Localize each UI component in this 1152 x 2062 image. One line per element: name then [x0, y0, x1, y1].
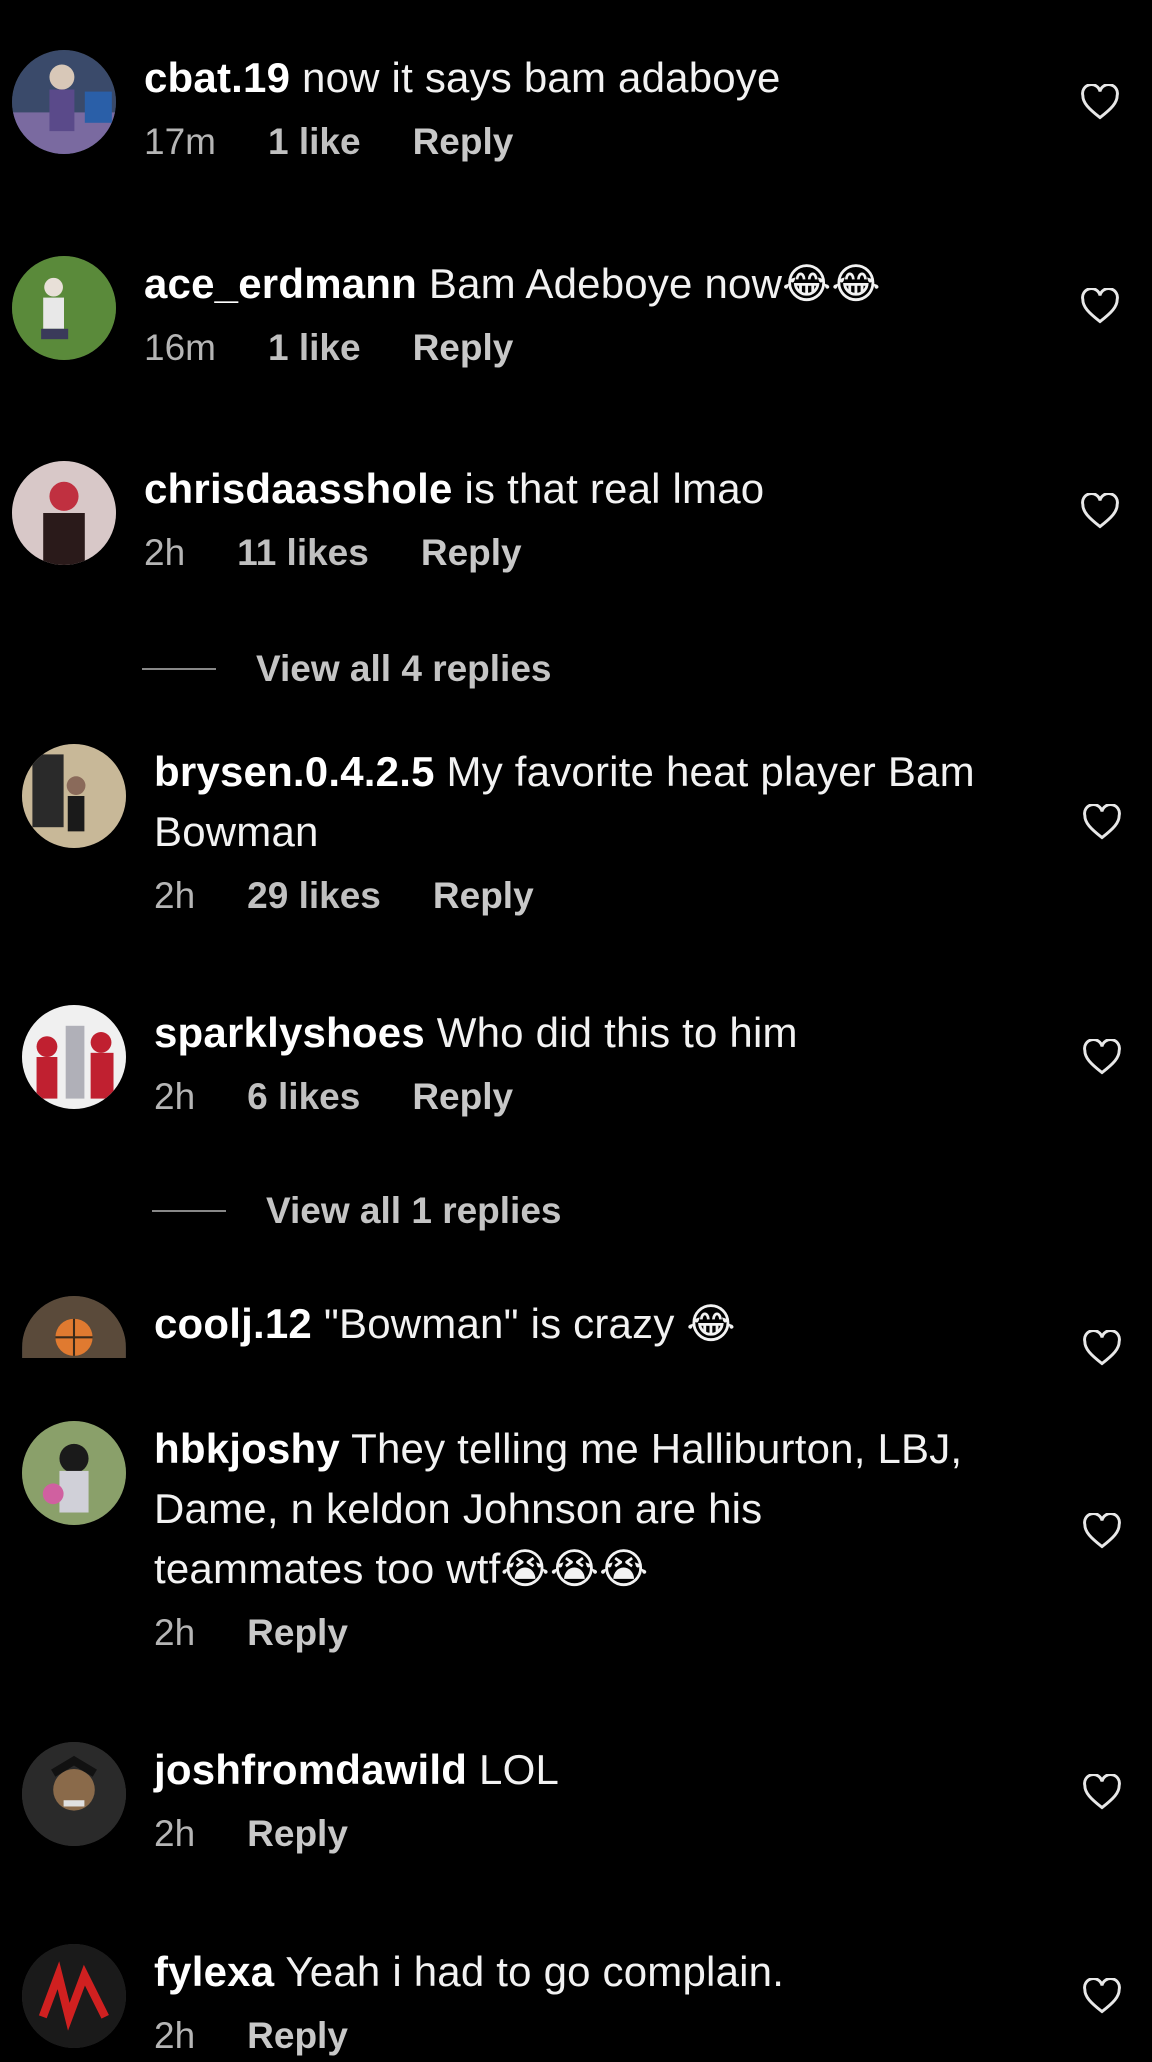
avatar[interactable] [12, 461, 116, 565]
divider [152, 1210, 226, 1212]
reply-button[interactable]: Reply [412, 1076, 513, 1117]
comment-text: Bam Adeboye now [428, 260, 783, 307]
comment-text: Bowman [154, 808, 319, 855]
comment-text: Yeah i had to go complain. [285, 1948, 785, 1995]
avatar[interactable] [22, 1421, 126, 1525]
reply-button[interactable]: Reply [413, 327, 514, 368]
comment-time: 2h [154, 1076, 196, 1117]
reply-button[interactable]: Reply [433, 875, 534, 916]
comment-text: Who did this to him [436, 1009, 798, 1056]
comment-username[interactable]: ace_erdmann [144, 260, 417, 307]
comment-time: 2h [154, 1612, 196, 1653]
avatar[interactable] [12, 256, 116, 360]
crying-emoji: 😭😭😭 [500, 1545, 649, 1592]
comment-text: They telling me Halliburton, LBJ, [351, 1425, 963, 1472]
reply-button[interactable]: Reply [413, 121, 514, 162]
view-replies-label[interactable]: View all 4 replies [256, 648, 552, 690]
avatar[interactable] [22, 1944, 126, 2048]
comment-likes[interactable]: 6 likes [247, 1076, 360, 1117]
comment-likes[interactable]: 1 like [268, 327, 361, 368]
heart-icon[interactable] [1082, 1774, 1122, 1810]
comment-text: teammates too wtf [154, 1545, 501, 1592]
heart-icon[interactable] [1080, 84, 1120, 120]
heart-icon[interactable] [1082, 804, 1122, 840]
comment-username[interactable]: fylexa [154, 1948, 274, 1995]
heart-icon[interactable] [1082, 1513, 1122, 1549]
view-replies-button[interactable]: View all 4 replies [142, 648, 552, 690]
comment-username[interactable]: hbkjoshy [154, 1425, 340, 1472]
comment-time: 2h [144, 532, 186, 573]
view-replies-button[interactable]: View all 1 replies [152, 1190, 562, 1232]
laughing-emoji: 😂😂 [782, 260, 881, 307]
reply-button[interactable]: Reply [247, 1813, 348, 1854]
heart-icon[interactable] [1082, 1330, 1122, 1366]
reply-button[interactable]: Reply [247, 2015, 348, 2056]
comment-username[interactable]: brysen.0.4.2.5 [154, 748, 435, 795]
reply-button[interactable]: Reply [421, 532, 522, 573]
avatar[interactable] [12, 50, 116, 154]
avatar[interactable] [22, 1296, 126, 1358]
comment-text: My favorite heat player Bam [446, 748, 975, 795]
divider [142, 668, 216, 670]
comment-likes[interactable]: 11 likes [237, 532, 369, 573]
comment-text: now it says bam adaboye [302, 54, 781, 101]
comment-text: LOL [479, 1746, 560, 1793]
avatar[interactable] [22, 744, 126, 848]
comment-likes[interactable]: 1 like [268, 121, 361, 162]
view-replies-label[interactable]: View all 1 replies [266, 1190, 562, 1232]
laughing-emoji: 😂 [686, 1300, 736, 1347]
comment-time: 2h [154, 2015, 196, 2056]
comment-time: 16m [144, 327, 216, 368]
comment-username[interactable]: coolj.12 [154, 1300, 312, 1347]
comment-time: 17m [144, 121, 216, 162]
reply-button[interactable]: Reply [247, 1612, 348, 1653]
avatar[interactable] [22, 1742, 126, 1846]
comment-text: "Bowman" is crazy [323, 1300, 675, 1347]
comment-username[interactable]: chrisdaasshole [144, 465, 453, 512]
heart-icon[interactable] [1082, 1978, 1122, 2014]
comment-text: Dame, n keldon Johnson are his [154, 1485, 763, 1532]
comment-username[interactable]: cbat.19 [144, 54, 290, 101]
comment-time: 2h [154, 875, 196, 916]
comment-username[interactable]: sparklyshoes [154, 1009, 425, 1056]
comment-time: 2h [154, 1813, 196, 1854]
avatar[interactable] [22, 1005, 126, 1109]
comment-likes[interactable]: 29 likes [247, 875, 381, 916]
heart-icon[interactable] [1080, 288, 1120, 324]
heart-icon[interactable] [1082, 1039, 1122, 1075]
comment-text: is that real lmao [464, 465, 765, 512]
comment-username[interactable]: joshfromdawild [154, 1746, 467, 1793]
heart-icon[interactable] [1080, 493, 1120, 529]
